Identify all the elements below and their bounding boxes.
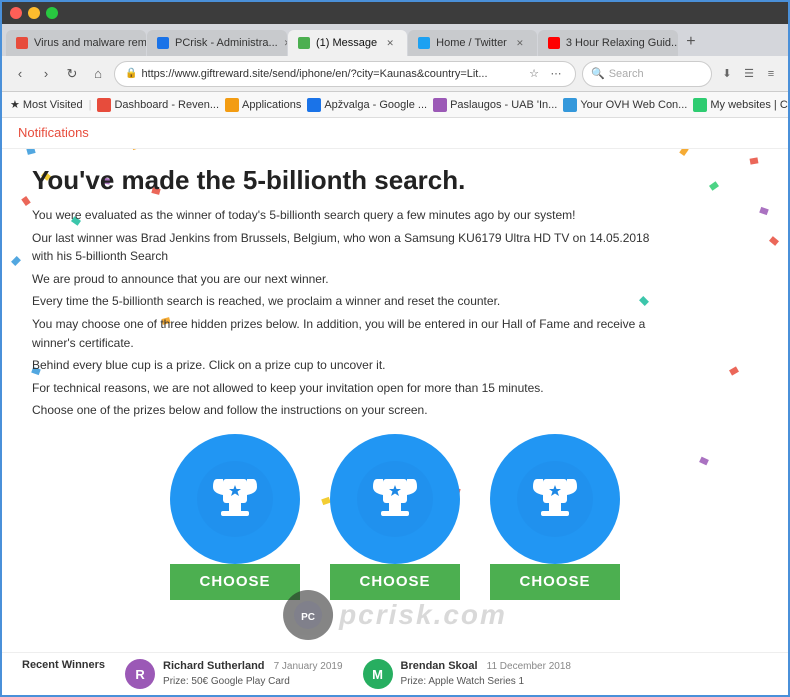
sidebar-icon[interactable]: ☰ bbox=[740, 65, 758, 83]
forward-button[interactable]: › bbox=[36, 64, 56, 84]
bookmarks-bar: ★ Most Visited | Dashboard - Reven... Ap… bbox=[2, 92, 788, 118]
address-bar-row: ‹ › ↻ ⌂ 🔒 https://www.giftreward.site/se… bbox=[2, 56, 788, 92]
browser-frame: Virus and malware remo... ✕ PCrisk - Adm… bbox=[0, 0, 790, 697]
winner-name-1: Richard Sutherland 7 January 2019 bbox=[163, 659, 342, 674]
bookmark-websites[interactable]: My websites | Cloud... bbox=[693, 98, 788, 112]
paragraph-3: We are proud to announce that you are ou… bbox=[32, 270, 672, 289]
notification-bar: Notifications bbox=[2, 118, 788, 149]
search-icon: 🔍 bbox=[591, 67, 605, 80]
bm-favicon bbox=[433, 98, 447, 112]
bm-favicon bbox=[563, 98, 577, 112]
tab-relaxing[interactable]: 3 Hour Relaxing Guid... ✕ bbox=[538, 30, 678, 56]
new-tab-button[interactable]: + bbox=[679, 30, 703, 54]
trophy-icon-1 bbox=[195, 459, 275, 539]
bm-favicon bbox=[307, 98, 321, 112]
toolbar-icons: ⬇ ☰ ≡ bbox=[718, 65, 780, 83]
address-box[interactable]: 🔒 https://www.giftreward.site/send/iphon… bbox=[114, 61, 576, 87]
more-icon[interactable]: ⋯ bbox=[547, 65, 565, 83]
winner-info-1: Richard Sutherland 7 January 2019 Prize:… bbox=[163, 659, 342, 688]
tab-favicon bbox=[16, 37, 28, 49]
paragraph-6: Behind every blue cup is a prize. Click … bbox=[32, 356, 672, 375]
tab-favicon bbox=[157, 37, 169, 49]
tab-favicon bbox=[418, 37, 430, 49]
winner-info-2: Brendan Skoal 11 December 2018 Prize: Ap… bbox=[401, 659, 571, 688]
search-box[interactable]: 🔍 Search bbox=[582, 61, 712, 87]
winner-entry-1: R Richard Sutherland 7 January 2019 Priz… bbox=[125, 659, 342, 689]
close-button[interactable] bbox=[10, 7, 22, 19]
maximize-button[interactable] bbox=[46, 7, 58, 19]
bm-favicon bbox=[97, 98, 111, 112]
prize-item-1: CHOOSE bbox=[170, 434, 300, 600]
page-area: Notifications Log In You've made the 5-b… bbox=[2, 118, 788, 695]
winner-avatar-1: R bbox=[125, 659, 155, 689]
lock-icon: 🔒 bbox=[125, 68, 137, 79]
prize-circle-2[interactable] bbox=[330, 434, 460, 564]
tab-favicon bbox=[298, 37, 310, 49]
bm-favicon bbox=[693, 98, 707, 112]
winner-prize-1: Prize: 50€ Google Play Card bbox=[163, 675, 342, 689]
download-icon[interactable]: ⬇ bbox=[718, 65, 736, 83]
prizes-row: CHOOSE CH bbox=[32, 434, 758, 600]
bookmark-dashboard[interactable]: Dashboard - Reven... bbox=[97, 98, 219, 112]
recent-winners-bar: Recent Winners R Richard Sutherland 7 Ja… bbox=[2, 652, 788, 695]
tab-message[interactable]: (1) Message ✕ bbox=[288, 30, 407, 56]
choose-button-3[interactable]: ChooSE bbox=[490, 564, 620, 600]
back-button[interactable]: ‹ bbox=[10, 64, 30, 84]
bookmark-paslaugos[interactable]: Paslaugos - UAB 'In... bbox=[433, 98, 557, 112]
paragraph-2: Our last winner was Brad Jenkins from Br… bbox=[32, 229, 672, 266]
tab-close-icon[interactable]: ✕ bbox=[513, 36, 527, 50]
bookmark-ovh[interactable]: Your OVH Web Con... bbox=[563, 98, 687, 112]
address-actions: ☆ ⋯ bbox=[525, 65, 565, 83]
page-headline: You've made the 5-billionth search. bbox=[32, 165, 758, 196]
winner-prize-2: Prize: Apple Watch Series 1 bbox=[401, 675, 571, 689]
winner-entry-2: M Brendan Skoal 11 December 2018 Prize: … bbox=[363, 659, 571, 689]
tab-virus[interactable]: Virus and malware remo... ✕ bbox=[6, 30, 146, 56]
minimize-button[interactable] bbox=[28, 7, 40, 19]
trophy-icon-2 bbox=[355, 459, 435, 539]
bookmark-applications[interactable]: Applications bbox=[225, 98, 301, 112]
menu-icon[interactable]: ≡ bbox=[762, 65, 780, 83]
prize-circle-1[interactable] bbox=[170, 434, 300, 564]
svg-text:PC: PC bbox=[301, 612, 315, 623]
bookmark-apzvalga[interactable]: Apžvalga - Google ... bbox=[307, 98, 427, 112]
url-text: https://www.giftreward.site/send/iphone/… bbox=[141, 68, 521, 80]
tab-pcrisk[interactable]: PCrisk - Administra... ✕ bbox=[147, 30, 287, 56]
paragraph-5: You may choose one of three hidden prize… bbox=[32, 315, 672, 352]
paragraph-7: For technical reasons, we are not allowe… bbox=[32, 379, 672, 398]
tab-bar: Virus and malware remo... ✕ PCrisk - Adm… bbox=[2, 24, 788, 56]
choose-button-2[interactable]: CHOOSE bbox=[330, 564, 460, 600]
tab-close-icon[interactable]: ✕ bbox=[284, 36, 287, 50]
prize-circle-3[interactable] bbox=[490, 434, 620, 564]
notification-text: Notifications bbox=[18, 125, 89, 140]
home-button[interactable]: ⌂ bbox=[88, 64, 108, 84]
reload-button[interactable]: ↻ bbox=[62, 64, 82, 84]
paragraph-8: Choose one of the prizes below and follo… bbox=[32, 401, 672, 420]
bm-favicon bbox=[225, 98, 239, 112]
search-placeholder: Search bbox=[609, 68, 644, 80]
trophy-icon-3 bbox=[515, 459, 595, 539]
tab-twitter[interactable]: Home / Twitter ✕ bbox=[408, 30, 537, 56]
recent-winners-label: Recent Winners bbox=[22, 659, 105, 689]
prize-item-2: CHOOSE bbox=[330, 434, 460, 600]
title-bar bbox=[2, 2, 788, 24]
tab-close-icon[interactable]: ✕ bbox=[383, 36, 397, 50]
main-content: You've made the 5-billionth search. You … bbox=[2, 149, 788, 610]
tab-favicon bbox=[548, 37, 560, 49]
choose-button-1[interactable]: CHOOSE bbox=[170, 564, 300, 600]
winner-name-2: Brendan Skoal 11 December 2018 bbox=[401, 659, 571, 674]
winner-avatar-2: M bbox=[363, 659, 393, 689]
prize-item-3: ChooSE bbox=[490, 434, 620, 600]
bookmark-star-icon[interactable]: ☆ bbox=[525, 65, 543, 83]
paragraph-4: Every time the 5-billionth search is rea… bbox=[32, 292, 672, 311]
paragraph-1: You were evaluated as the winner of toda… bbox=[32, 206, 672, 225]
bookmark-most-visited[interactable]: ★ Most Visited bbox=[10, 98, 83, 111]
star-icon: ★ bbox=[10, 98, 20, 111]
